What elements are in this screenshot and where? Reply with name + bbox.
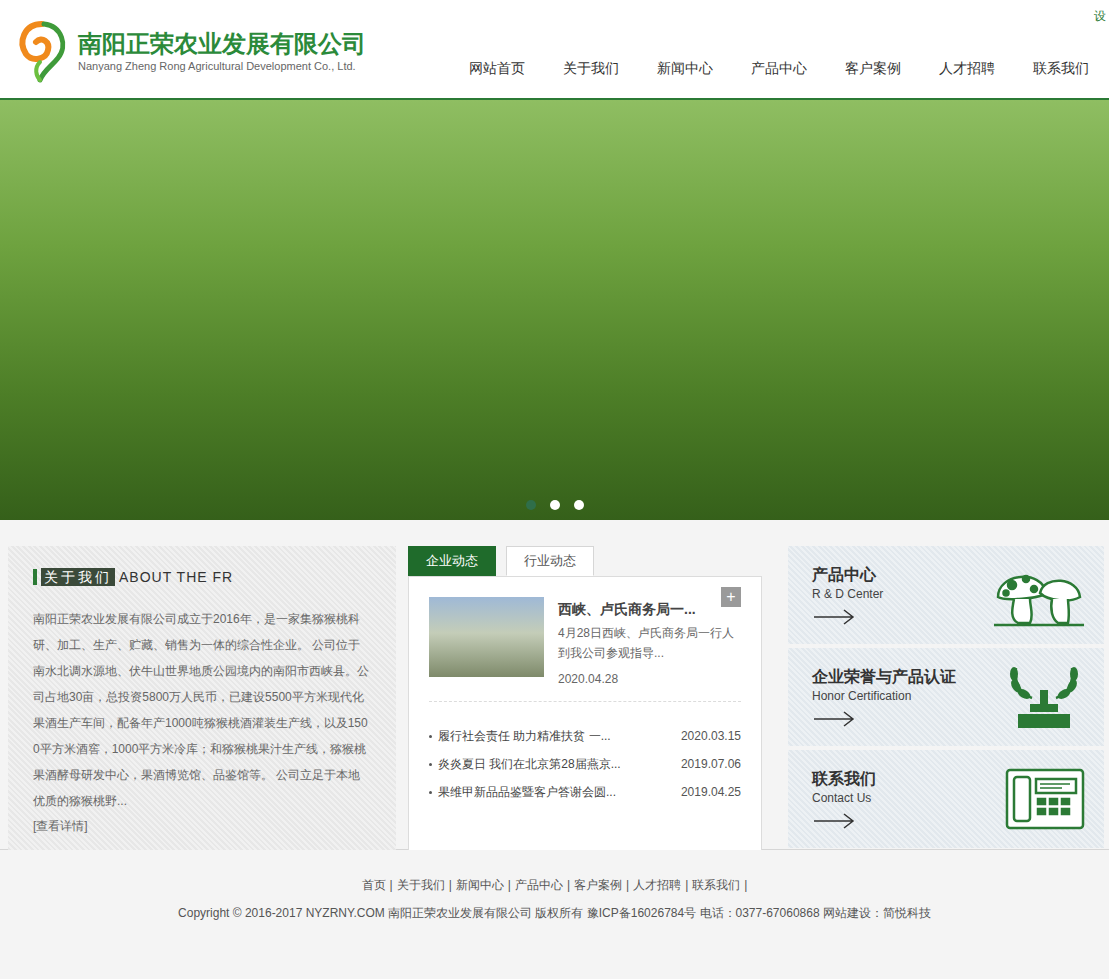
card-subtitle: Contact Us [812, 790, 876, 806]
nav-item[interactable]: 新闻中心 [657, 58, 713, 78]
news-panel: 企业动态行业动态西峡、卢氏商务局一... +4月28日西峡、卢氏商务局一行人到我公… [408, 546, 762, 852]
featured-news-title: 西峡、卢氏商务局一... [558, 599, 696, 619]
mushroom-icon [990, 563, 1086, 627]
banner-dot[interactable] [574, 500, 584, 510]
news-tabs: 企业动态行业动态 [408, 546, 762, 576]
content: 关于我们ABOUT THE FR 南阳正荣农业发展有限公司成立于2016年，是一家… [0, 520, 1109, 850]
footer: 首页|关于我们|新闻中心|产品中心|客户案例|人才招聘|联系我们|Copyrig… [0, 850, 1109, 979]
nav-item[interactable]: 产品中心 [751, 58, 807, 78]
featured-news-date: 2020.04.28 [558, 669, 741, 689]
arrow-icon [812, 710, 856, 728]
news-list: 履行社会责任 助力精准扶贫 一...2020.03.15炎炎夏日 我们在北京第2… [429, 722, 741, 806]
fax-phone-icon [1004, 767, 1086, 831]
quick-link-card[interactable]: 产品中心R & D Center [788, 546, 1104, 644]
footer-link[interactable]: 关于我们 [397, 876, 445, 894]
nav-item[interactable]: 关于我们 [563, 58, 619, 78]
card-title: 产品中心 [812, 564, 883, 586]
news-box: 西峡、卢氏商务局一... +4月28日西峡、卢氏商务局一行人到我公司参观指导...… [408, 576, 762, 852]
footer-separator: | [567, 876, 570, 894]
quick-link-card[interactable]: 企业荣誉与产品认证Honor Certification [788, 648, 1104, 746]
footer-links: 首页|关于我们|新闻中心|产品中心|客户案例|人才招聘|联系我们| [362, 876, 748, 894]
quick-link-card[interactable]: 联系我们Contact Us [788, 750, 1104, 848]
trophy-icon [1002, 664, 1086, 730]
nav: 网站首页 关于我们 新闻中心 产品中心 客户案例 人才招聘 联系我们 [469, 0, 1109, 98]
news-item[interactable]: 果维甲新品品鉴暨客户答谢会圆...2019.04.25 [429, 778, 741, 806]
copyright: Copyright © 2016-2017 NYZRNY.COM 南阳正荣农业发… [178, 904, 931, 922]
logo[interactable]: 南阳正荣农业发展有限公司Nanyang Zheng Rong Agricultu… [0, 0, 366, 98]
about-panel: 关于我们ABOUT THE FR 南阳正荣农业发展有限公司成立于2016年，是一家… [8, 546, 396, 852]
card-title: 联系我们 [812, 768, 876, 790]
more-button[interactable]: + [721, 587, 741, 607]
arrow-icon [812, 812, 856, 830]
footer-link[interactable]: 联系我们 [692, 876, 740, 894]
news-date: 2019.07.06 [681, 755, 741, 773]
page: 南阳正荣农业发展有限公司Nanyang Zheng Rong Agricultu… [0, 0, 1109, 979]
card-subtitle: R & D Center [812, 586, 883, 602]
footer-separator: | [744, 876, 747, 894]
nav-item[interactable]: 客户案例 [845, 58, 901, 78]
footer-separator: | [685, 876, 688, 894]
banner [0, 100, 1109, 520]
logo-english: Nanyang Zheng Rong Agricultural Developm… [78, 59, 366, 73]
card-subtitle: Honor Certification [812, 688, 956, 704]
footer-link[interactable]: 产品中心 [515, 876, 563, 894]
news-date: 2020.03.15 [681, 727, 741, 745]
news-tab[interactable]: 企业动态 [408, 546, 496, 576]
nav-item[interactable]: 网站首页 [469, 58, 525, 78]
footer-link[interactable]: 首页 [362, 876, 386, 894]
banner-dots [0, 500, 1109, 510]
footer-separator: | [626, 876, 629, 894]
arrow-icon [812, 608, 856, 626]
featured-news-summary: 4月28日西峡、卢氏商务局一行人到我公司参观指导... [558, 623, 741, 663]
header: 南阳正荣农业发展有限公司Nanyang Zheng Rong Agricultu… [0, 0, 1109, 100]
nav-item[interactable]: 人才招聘 [939, 58, 995, 78]
news-date: 2019.04.25 [681, 783, 741, 801]
news-item[interactable]: 履行社会责任 助力精准扶贫 一...2020.03.15 [429, 722, 741, 750]
footer-link[interactable]: 客户案例 [574, 876, 622, 894]
logo-name: 南阳正荣农业发展有限公司 [78, 29, 366, 59]
featured-news[interactable]: 西峡、卢氏商务局一...+4月28日西峡、卢氏商务局一行人到我公司参观指导...… [429, 597, 741, 689]
footer-separator: | [508, 876, 511, 894]
about-title: 关于我们 [41, 568, 115, 586]
featured-news-photo [429, 597, 544, 677]
footer-separator: | [449, 876, 452, 894]
about-more-link[interactable]: [查看详情] [33, 816, 371, 836]
news-item[interactable]: 炎炎夏日 我们在北京第28届燕京...2019.07.06 [429, 750, 741, 778]
banner-dot[interactable] [526, 500, 536, 510]
nav-item[interactable]: 联系我们 [1033, 58, 1089, 78]
card-title: 企业荣誉与产品认证 [812, 666, 956, 688]
logo-icon [14, 18, 70, 84]
banner-dot[interactable] [550, 500, 560, 510]
news-tab[interactable]: 行业动态 [506, 546, 594, 576]
about-text: 南阳正荣农业发展有限公司成立于2016年，是一家集猕猴桃科研、加工、生产、贮藏、… [33, 606, 371, 814]
footer-link[interactable]: 人才招聘 [633, 876, 681, 894]
footer-separator: | [390, 876, 393, 894]
about-subtitle: ABOUT THE FR [119, 567, 233, 588]
quick-links: 产品中心R & D Center企业荣誉与产品认证Honor Certifica… [788, 546, 1104, 849]
corner-text[interactable]: 设 [1094, 9, 1106, 23]
footer-link[interactable]: 新闻中心 [456, 876, 504, 894]
